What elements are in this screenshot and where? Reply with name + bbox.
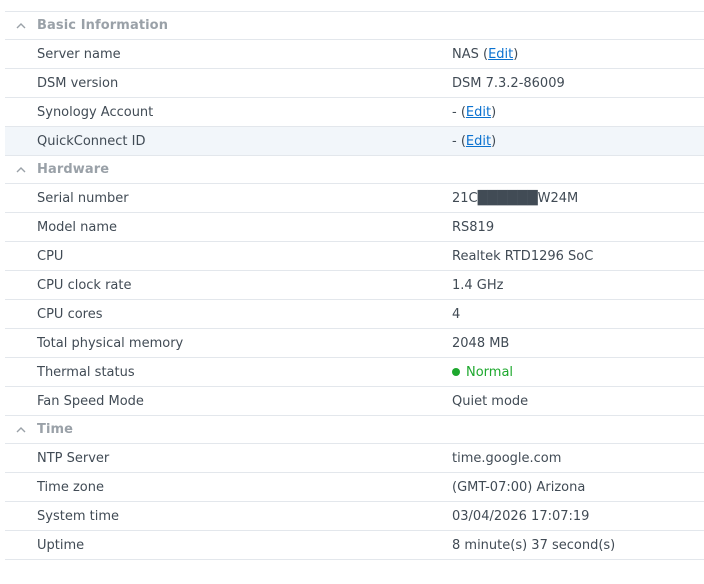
row-value: 4 xyxy=(452,306,461,322)
chevron-up-icon[interactable] xyxy=(15,164,27,176)
row-value: time.google.com xyxy=(452,450,562,466)
row-value: 8 minute(s) 37 second(s) xyxy=(452,537,616,553)
section-header-time[interactable]: Time xyxy=(5,416,704,444)
row-label: DSM version xyxy=(37,75,119,91)
row-label: Server name xyxy=(37,46,121,62)
info-row-ntp-server: NTP Server time.google.com xyxy=(5,444,704,473)
info-row-total-physical-memory: Total physical memory 2048 MB xyxy=(5,329,704,358)
info-row-uptime: Uptime 8 minute(s) 37 second(s) xyxy=(5,531,704,560)
row-value: Realtek RTD1296 SoC xyxy=(452,248,594,264)
value-prefix: - ( xyxy=(452,104,466,120)
row-label: Model name xyxy=(37,219,118,235)
row-value: 03/04/2026 17:07:19 xyxy=(452,508,590,524)
row-label: CPU clock rate xyxy=(37,277,132,293)
row-label: Synology Account xyxy=(37,104,154,120)
row-value: Quiet mode xyxy=(452,393,529,409)
section-title: Time xyxy=(37,422,74,437)
info-row-server-name: Server name NAS (Edit) xyxy=(5,40,704,69)
value-prefix: NAS ( xyxy=(452,46,489,62)
row-label: System time xyxy=(37,508,119,524)
row-value: RS819 xyxy=(452,219,495,235)
info-row-synology-account: Synology Account - (Edit) xyxy=(5,98,704,127)
section-title: Basic Information xyxy=(37,18,169,33)
value-suffix: ) xyxy=(491,133,497,149)
row-label: CPU cores xyxy=(37,306,103,322)
row-label: Uptime xyxy=(37,537,85,553)
chevron-up-icon[interactable] xyxy=(15,20,27,32)
row-label: Total physical memory xyxy=(37,335,184,351)
info-row-cpu: CPU Realtek RTD1296 SoC xyxy=(5,242,704,271)
row-value: 1.4 GHz xyxy=(452,277,504,293)
row-label: QuickConnect ID xyxy=(37,133,146,149)
row-label: CPU xyxy=(37,248,64,264)
value-suffix: ) xyxy=(491,104,497,120)
row-value: (GMT-07:00) Arizona xyxy=(452,479,586,495)
info-row-fan-speed-mode: Fan Speed Mode Quiet mode xyxy=(5,387,704,416)
row-value: NAS (Edit) xyxy=(452,47,518,62)
status-dot-icon xyxy=(452,367,460,376)
info-row-system-time: System time 03/04/2026 17:07:19 xyxy=(5,502,704,531)
row-value: 2048 MB xyxy=(452,335,510,351)
row-label: NTP Server xyxy=(37,450,110,466)
edit-server-name-link[interactable]: Edit xyxy=(488,47,513,62)
row-value: 21C██████W24M xyxy=(452,190,579,206)
info-row-model-name: Model name RS819 xyxy=(5,213,704,242)
row-value: - (Edit) xyxy=(452,105,496,120)
info-center-general-panel: Basic Information Server name NAS (Edit)… xyxy=(5,11,704,560)
row-value: DSM 7.3.2-86009 xyxy=(452,75,565,91)
edit-synology-account-link[interactable]: Edit xyxy=(466,105,491,120)
edit-quickconnect-id-link[interactable]: Edit xyxy=(466,134,491,149)
value-prefix: - ( xyxy=(452,133,466,149)
info-row-quickconnect-id: QuickConnect ID - (Edit) xyxy=(5,127,704,156)
chevron-up-icon[interactable] xyxy=(15,424,27,436)
section-header-basic-information[interactable]: Basic Information xyxy=(5,12,704,40)
row-label: Fan Speed Mode xyxy=(37,393,144,409)
info-row-cpu-clock-rate: CPU clock rate 1.4 GHz xyxy=(5,271,704,300)
section-header-hardware[interactable]: Hardware xyxy=(5,156,704,184)
info-row-dsm-version: DSM version DSM 7.3.2-86009 xyxy=(5,69,704,98)
row-value: Normal xyxy=(452,365,513,380)
section-title: Hardware xyxy=(37,162,110,177)
value-suffix: ) xyxy=(513,46,519,62)
row-label: Serial number xyxy=(37,190,129,206)
row-label: Thermal status xyxy=(37,364,135,380)
info-row-time-zone: Time zone (GMT-07:00) Arizona xyxy=(5,473,704,502)
info-row-thermal-status: Thermal status Normal xyxy=(5,358,704,387)
row-label: Time zone xyxy=(37,479,104,495)
info-row-cpu-cores: CPU cores 4 xyxy=(5,300,704,329)
thermal-status-text: Normal xyxy=(466,364,514,380)
row-value: - (Edit) xyxy=(452,134,496,149)
info-row-serial-number: Serial number 21C██████W24M xyxy=(5,184,704,213)
